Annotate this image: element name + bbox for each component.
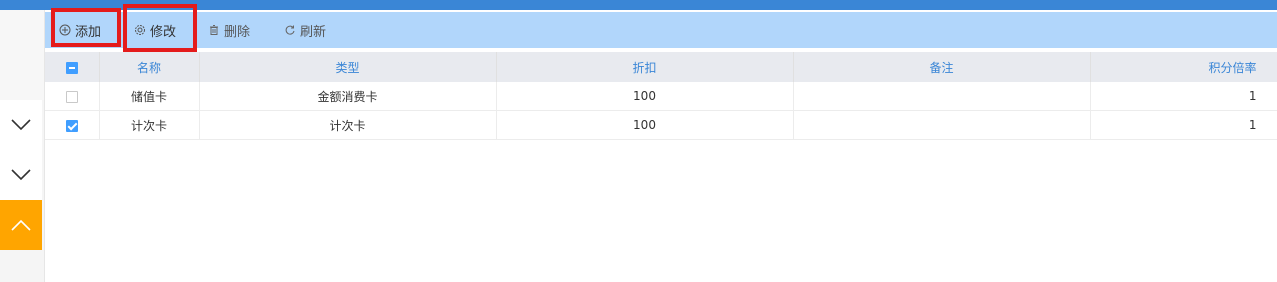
refresh-button[interactable]: 刷新 (284, 12, 326, 48)
highlight-box-add (51, 8, 121, 47)
cell-type: 计次卡 (199, 110, 497, 140)
cell-note (793, 82, 1091, 111)
card-type-table: 名称 类型 折扣 备注 积分倍率 储值卡 金额消费卡 100 1 计次卡 计次卡… (45, 52, 1277, 140)
table-header-row: 名称 类型 折扣 备注 积分倍率 (45, 52, 1277, 82)
nav-expand-button-2[interactable] (0, 150, 42, 200)
cell-type: 金额消费卡 (199, 82, 497, 111)
left-nav-blank (0, 10, 44, 100)
nav-collapse-button[interactable] (0, 200, 42, 250)
delete-button[interactable]: 删除 (208, 12, 250, 48)
cell-ratio: 1 (1090, 110, 1277, 140)
delete-button-label: 删除 (224, 24, 251, 40)
cell-discount: 100 (496, 110, 794, 140)
refresh-icon (285, 25, 295, 35)
column-header-name[interactable]: 名称 (99, 52, 200, 82)
table-row[interactable]: 计次卡 计次卡 100 1 (45, 110, 1277, 140)
select-all-cell[interactable] (45, 52, 100, 82)
row-select-cell[interactable] (45, 110, 100, 140)
cell-note (793, 110, 1091, 140)
toolbar: 添加 修改 删除 刷新 (45, 12, 1277, 48)
column-header-type[interactable]: 类型 (199, 52, 497, 82)
cell-name: 储值卡 (99, 82, 200, 111)
highlight-box-edit (123, 4, 197, 52)
chevron-up-icon (11, 219, 31, 231)
chevron-down-icon (11, 169, 31, 181)
cell-ratio: 1 (1090, 82, 1277, 111)
row-checkbox[interactable] (65, 119, 78, 132)
row-select-cell[interactable] (45, 82, 100, 111)
cell-discount: 100 (496, 82, 794, 111)
column-header-ratio[interactable]: 积分倍率 (1090, 52, 1277, 82)
row-checkbox[interactable] (65, 90, 78, 103)
refresh-button-label: 刷新 (300, 24, 327, 40)
nav-expand-button-1[interactable] (0, 100, 42, 150)
column-header-note[interactable]: 备注 (793, 52, 1091, 82)
chevron-down-icon (11, 119, 31, 131)
cell-name: 计次卡 (99, 110, 200, 140)
column-header-discount[interactable]: 折扣 (496, 52, 794, 82)
select-all-checkbox[interactable] (65, 61, 78, 74)
left-nav (0, 10, 45, 282)
table-row[interactable]: 储值卡 金额消费卡 100 1 (45, 82, 1277, 111)
trash-icon (210, 25, 218, 35)
